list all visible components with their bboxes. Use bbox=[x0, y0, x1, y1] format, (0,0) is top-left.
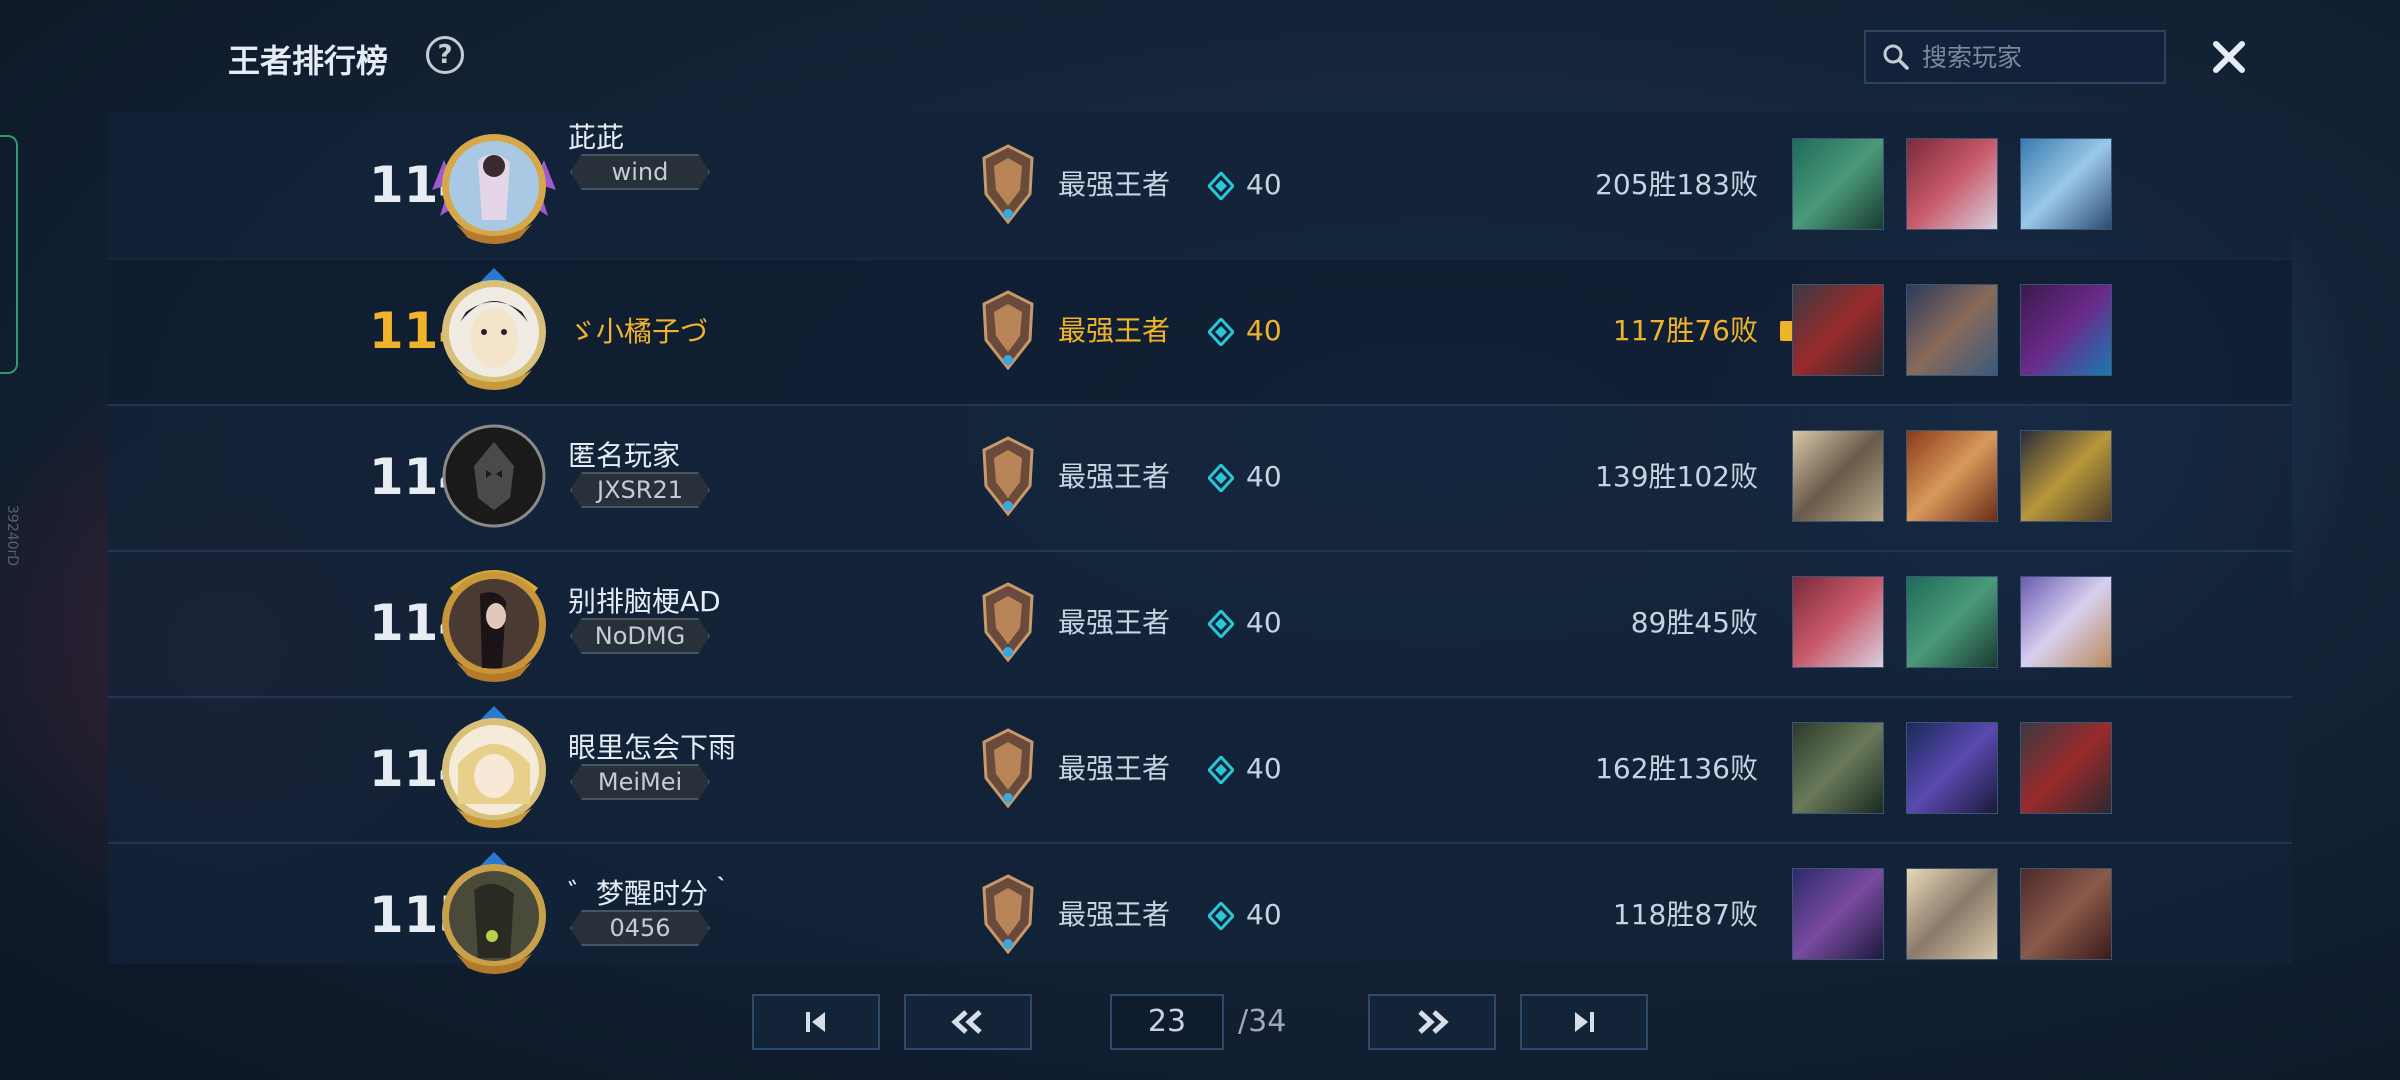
close-icon[interactable] bbox=[2208, 36, 2250, 78]
win-loss-record: 89胜45败 bbox=[1630, 606, 1758, 639]
player-avatar[interactable] bbox=[430, 850, 558, 978]
tier-emblem-icon bbox=[982, 874, 1034, 954]
tier-emblem-icon bbox=[982, 436, 1034, 516]
hero-portrait[interactable] bbox=[1906, 284, 1998, 376]
player-name: 眼里怎会下雨 bbox=[568, 731, 737, 764]
search-input[interactable] bbox=[1920, 41, 2144, 73]
next-page-icon bbox=[1418, 1010, 1449, 1034]
first-page-button[interactable] bbox=[752, 994, 880, 1050]
next-page-button[interactable] bbox=[1368, 994, 1496, 1050]
hero-portrait[interactable] bbox=[2020, 722, 2112, 814]
win-loss-record: 162胜136败 bbox=[1595, 752, 1758, 785]
star-count: 40 bbox=[1246, 752, 1282, 785]
side-id-text: 39240rD bbox=[4, 505, 20, 567]
player-tag: 0456 bbox=[570, 910, 710, 946]
player-name: 别排脑梗AD bbox=[568, 585, 721, 618]
win-loss-record: 117胜76败 bbox=[1612, 314, 1758, 347]
hero-portrait[interactable] bbox=[1792, 576, 1884, 668]
star-icon bbox=[1208, 318, 1234, 346]
tier-label: 最强王者 bbox=[1058, 460, 1171, 493]
star-icon bbox=[1208, 610, 1234, 638]
tier-label: 最强王者 bbox=[1058, 752, 1171, 785]
player-name: 匿名玩家 bbox=[568, 439, 681, 472]
hero-portrait[interactable] bbox=[2020, 430, 2112, 522]
hero-portrait[interactable] bbox=[1906, 138, 1998, 230]
hero-portrait[interactable] bbox=[1906, 430, 1998, 522]
player-avatar[interactable] bbox=[430, 266, 558, 394]
hero-portrait[interactable] bbox=[1792, 430, 1884, 522]
hero-portrait[interactable] bbox=[2020, 138, 2112, 230]
star-count: 40 bbox=[1246, 606, 1282, 639]
star-count: 40 bbox=[1246, 898, 1282, 931]
star-icon bbox=[1208, 172, 1234, 200]
hero-portrait[interactable] bbox=[1906, 576, 1998, 668]
tier-label: 最强王者 bbox=[1058, 898, 1171, 931]
leaderboard-row-self[interactable]: 1146 ゞ小橘子づ 最强王者 40 117胜76败 bbox=[108, 258, 2292, 406]
page-number-input[interactable]: 23 bbox=[1110, 994, 1224, 1050]
player-avatar[interactable] bbox=[430, 120, 558, 248]
leaderboard-row[interactable]: 1148 别排脑梗AD NoDMG 最强王者 40 89胜45败 bbox=[108, 550, 2292, 698]
tier-emblem-icon bbox=[982, 582, 1034, 662]
hero-portrait[interactable] bbox=[1792, 284, 1884, 376]
player-avatar[interactable] bbox=[430, 558, 558, 686]
player-avatar[interactable] bbox=[430, 412, 558, 540]
star-count: 40 bbox=[1246, 168, 1282, 201]
prev-page-button[interactable] bbox=[904, 994, 1032, 1050]
search-box[interactable] bbox=[1864, 30, 2166, 84]
win-loss-record: 139胜102败 bbox=[1595, 460, 1758, 493]
star-count: 40 bbox=[1246, 314, 1282, 347]
player-name: ゛梦醒时分｀ bbox=[568, 877, 737, 910]
hero-portrait[interactable] bbox=[1792, 138, 1884, 230]
tier-label: 最强王者 bbox=[1058, 168, 1171, 201]
player-avatar[interactable] bbox=[430, 704, 558, 832]
tier-label: 最强王者 bbox=[1058, 606, 1171, 639]
player-name: ゞ小橘子づ bbox=[568, 315, 709, 348]
tier-emblem-icon bbox=[982, 290, 1034, 370]
player-tag: JXSR21 bbox=[570, 472, 710, 508]
leaderboard-row[interactable]: 1147 匿名玩家 JXSR21 最强王者 40 139胜102败 bbox=[108, 404, 2292, 552]
last-page-icon bbox=[1575, 1012, 1594, 1032]
hero-portrait[interactable] bbox=[1906, 722, 1998, 814]
hero-portrait[interactable] bbox=[1792, 868, 1884, 960]
star-count: 40 bbox=[1246, 460, 1282, 493]
first-page-icon bbox=[806, 1012, 825, 1032]
tier-label: 最强王者 bbox=[1058, 314, 1171, 347]
side-panel-tab[interactable] bbox=[0, 135, 18, 374]
star-icon bbox=[1208, 464, 1234, 492]
tier-emblem-icon bbox=[982, 144, 1034, 224]
player-name: 茈茈 bbox=[568, 121, 625, 154]
star-icon bbox=[1208, 902, 1234, 930]
player-tag: NoDMG bbox=[570, 618, 710, 654]
hero-portrait[interactable] bbox=[1792, 722, 1884, 814]
search-icon bbox=[1883, 44, 1909, 70]
leaderboard-row[interactable]: 1149 眼里怎会下雨 MeiMei 最强王者 40 162胜136败 bbox=[108, 696, 2292, 844]
star-icon bbox=[1208, 756, 1234, 784]
win-loss-record: 118胜87败 bbox=[1612, 898, 1758, 931]
win-loss-record: 205胜183败 bbox=[1595, 168, 1758, 201]
last-page-button[interactable] bbox=[1520, 994, 1648, 1050]
player-tag: wind bbox=[570, 154, 710, 190]
prev-page-icon bbox=[951, 1010, 982, 1034]
player-tag: MeiMei bbox=[570, 764, 710, 800]
page-total: /34 bbox=[1238, 1004, 1287, 1039]
tier-emblem-icon bbox=[982, 728, 1034, 808]
help-button[interactable]: ? bbox=[426, 36, 464, 74]
hero-portrait[interactable] bbox=[2020, 868, 2112, 960]
page-title: 王者排行榜 bbox=[228, 42, 389, 80]
hero-portrait[interactable] bbox=[1906, 868, 1998, 960]
hero-portrait[interactable] bbox=[2020, 576, 2112, 668]
hero-portrait[interactable] bbox=[2020, 284, 2112, 376]
leaderboard-row[interactable]: 1145 茈茈 wind 最强王者 40 205胜183败 bbox=[108, 112, 2292, 260]
leaderboard-row[interactable]: 1150 ゛梦醒时分｀ 0456 最强王者 40 118胜87败 bbox=[108, 842, 2292, 988]
leaderboard-list: 1145 茈茈 wind 最强王者 40 205胜183败 1146 bbox=[108, 112, 2292, 974]
